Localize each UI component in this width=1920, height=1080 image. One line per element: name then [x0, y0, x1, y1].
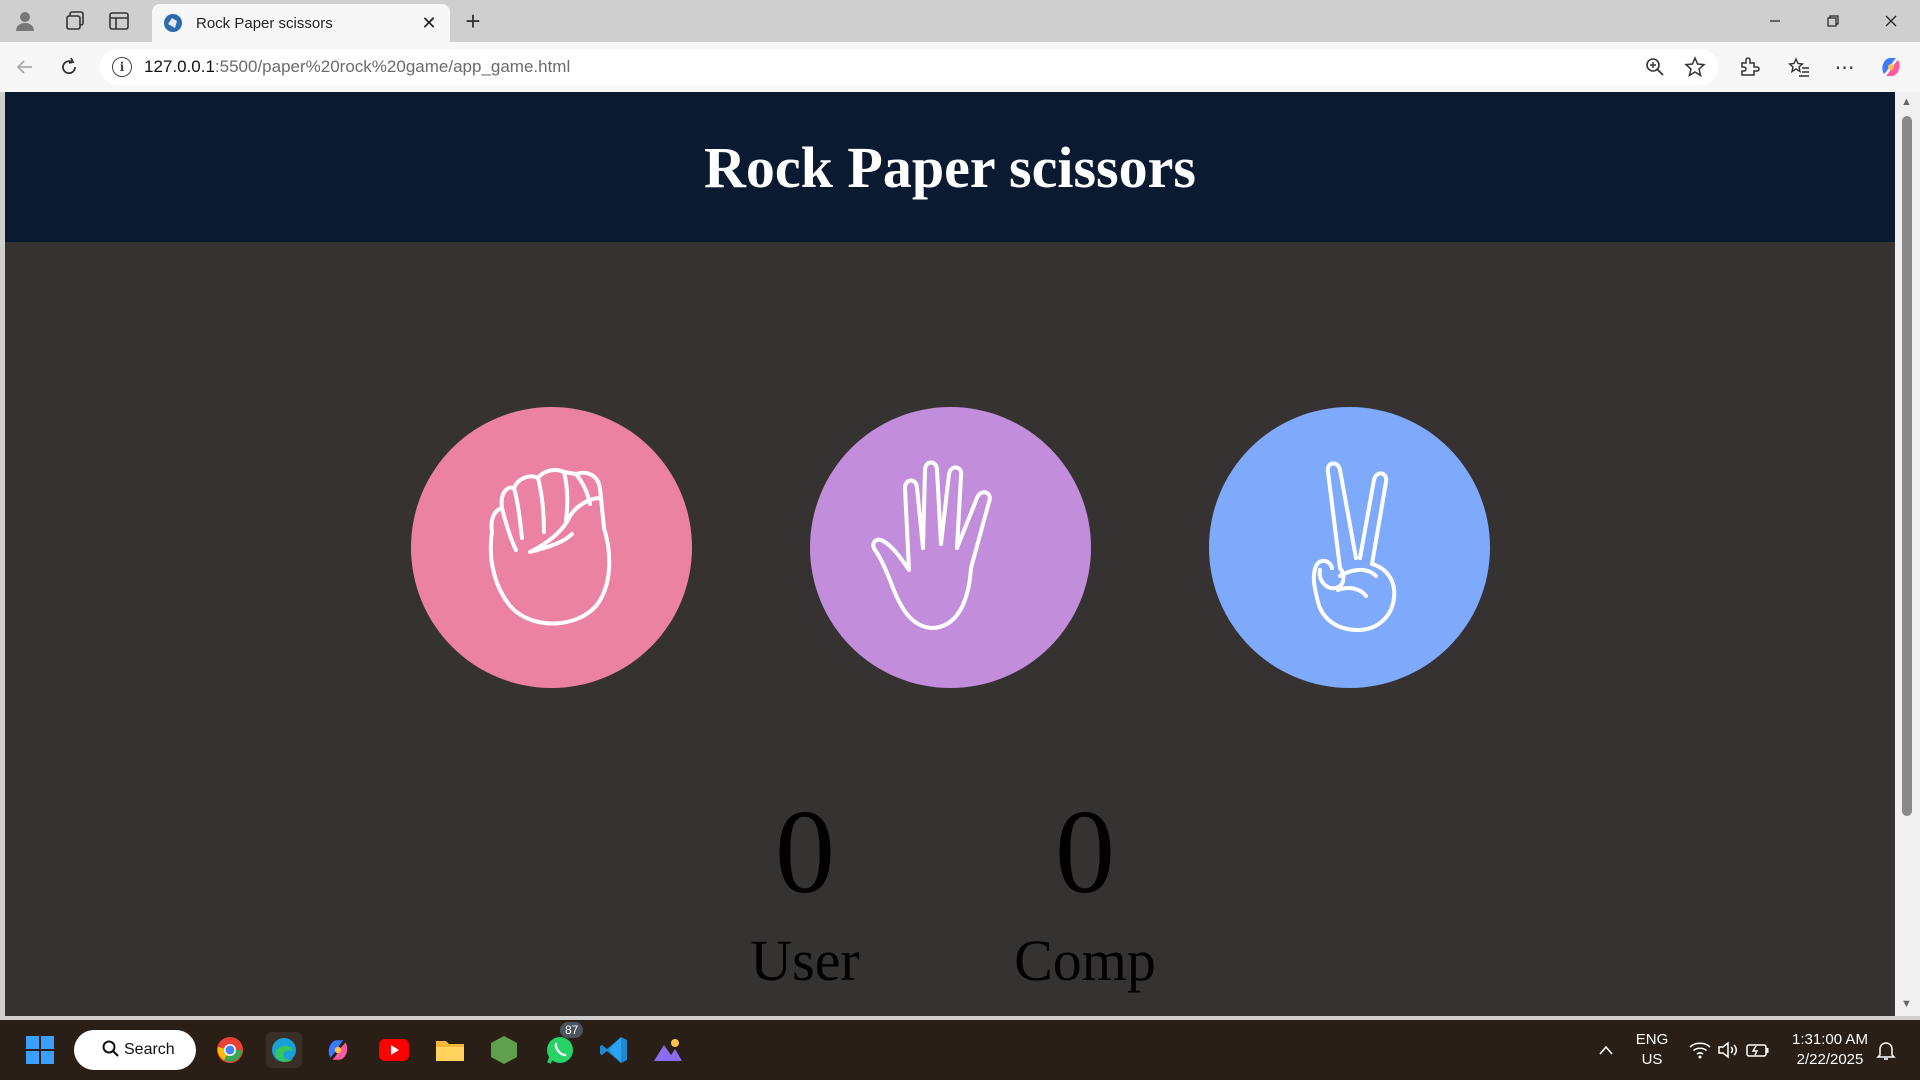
user-score: 0 [775, 785, 835, 918]
computer-score-label: Comp [1014, 928, 1156, 993]
browser-tab-bar: Rock Paper scissors ✕ + [0, 0, 1920, 42]
scroll-down-icon[interactable]: ▼ [1901, 998, 1912, 1010]
youtube-icon[interactable] [376, 1032, 412, 1068]
notification-icon[interactable] [1868, 1032, 1904, 1068]
favicon-icon [162, 12, 184, 34]
minimize-icon[interactable] [1752, 6, 1798, 36]
edge-icon[interactable] [266, 1032, 302, 1068]
nodejs-icon[interactable] [486, 1032, 522, 1068]
url-path: :5500/paper%20rock%20game/app_game.html [214, 57, 571, 76]
vertical-tabs-icon[interactable] [104, 6, 134, 36]
copilot-app-icon[interactable] [320, 1032, 356, 1068]
region-label: US [1641, 1051, 1663, 1068]
url-bar[interactable]: i 127.0.0.1:5500/paper%20rock%20game/app… [100, 49, 1718, 85]
rock-hand-icon [488, 467, 611, 625]
new-tab-button[interactable]: + [458, 6, 488, 36]
close-window-icon[interactable] [1868, 6, 1914, 36]
windows-start-icon[interactable] [22, 1032, 58, 1068]
language-label: ENG [1635, 1031, 1669, 1048]
scroll-up-icon[interactable]: ▲ [1901, 96, 1912, 108]
vscode-icon[interactable] [596, 1032, 632, 1068]
computer-score: 0 [1055, 785, 1115, 918]
scissors-hand-icon [1311, 461, 1396, 632]
battery-icon[interactable] [1740, 1032, 1776, 1068]
whatsapp-icon[interactable]: 87 [542, 1022, 584, 1068]
tab-rock-paper-scissors[interactable]: Rock Paper scissors ✕ [152, 4, 450, 42]
paper-choice-button[interactable] [810, 407, 1091, 688]
refresh-icon[interactable] [54, 52, 84, 82]
clock[interactable]: 1:31:00 AM 2/22/2025 [1782, 1030, 1878, 1070]
search-label: Search [124, 1041, 175, 1058]
site-info-icon[interactable]: i [112, 57, 132, 77]
close-tab-icon[interactable]: ✕ [418, 13, 440, 34]
user-score-label: User [750, 928, 860, 993]
taskbar-search-button[interactable]: Search [74, 1030, 196, 1070]
zoom-icon[interactable] [1640, 52, 1670, 82]
favorite-star-icon[interactable] [1680, 52, 1710, 82]
clock-time: 1:31:00 AM [1792, 1031, 1868, 1048]
extensions-icon[interactable] [1734, 52, 1764, 82]
favorites-list-icon[interactable] [1784, 52, 1814, 82]
page-scrollbar[interactable]: ▲ ▼ [1895, 92, 1920, 1016]
page-header: Rock Paper scissors [5, 92, 1895, 242]
url-host: 127.0.0.1 [144, 57, 215, 76]
back-icon[interactable] [10, 52, 40, 82]
profile-icon[interactable] [10, 6, 40, 36]
workspaces-icon[interactable] [60, 6, 90, 36]
tab-title: Rock Paper scissors [196, 14, 333, 32]
restore-icon[interactable] [1810, 6, 1856, 36]
paper-hand-icon [870, 460, 992, 630]
more-options-icon[interactable]: ⋯ [1830, 52, 1860, 82]
language-indicator[interactable]: ENG US [1630, 1030, 1674, 1070]
page-viewport: Rock Paper scissors 0 User 0 Comp [5, 92, 1895, 1016]
scissors-choice-button[interactable] [1209, 407, 1490, 688]
file-explorer-icon[interactable] [432, 1032, 468, 1068]
copilot-icon[interactable] [1876, 52, 1906, 82]
chrome-icon[interactable] [212, 1032, 248, 1068]
show-hidden-icons-icon[interactable] [1588, 1032, 1624, 1068]
windows-taskbar: Search 87 ENG US 1:31:00 AM 2/22/2025 [0, 1020, 1920, 1080]
page-title: Rock Paper scissors [704, 134, 1196, 200]
search-icon [102, 1040, 120, 1063]
clock-date: 2/22/2025 [1796, 1051, 1864, 1068]
photos-app-icon[interactable] [650, 1032, 686, 1068]
scroll-thumb[interactable] [1902, 116, 1912, 816]
address-toolbar: i 127.0.0.1:5500/paper%20rock%20game/app… [0, 42, 1920, 92]
rock-choice-button[interactable] [411, 407, 692, 688]
whatsapp-badge: 87 [560, 1022, 584, 1038]
